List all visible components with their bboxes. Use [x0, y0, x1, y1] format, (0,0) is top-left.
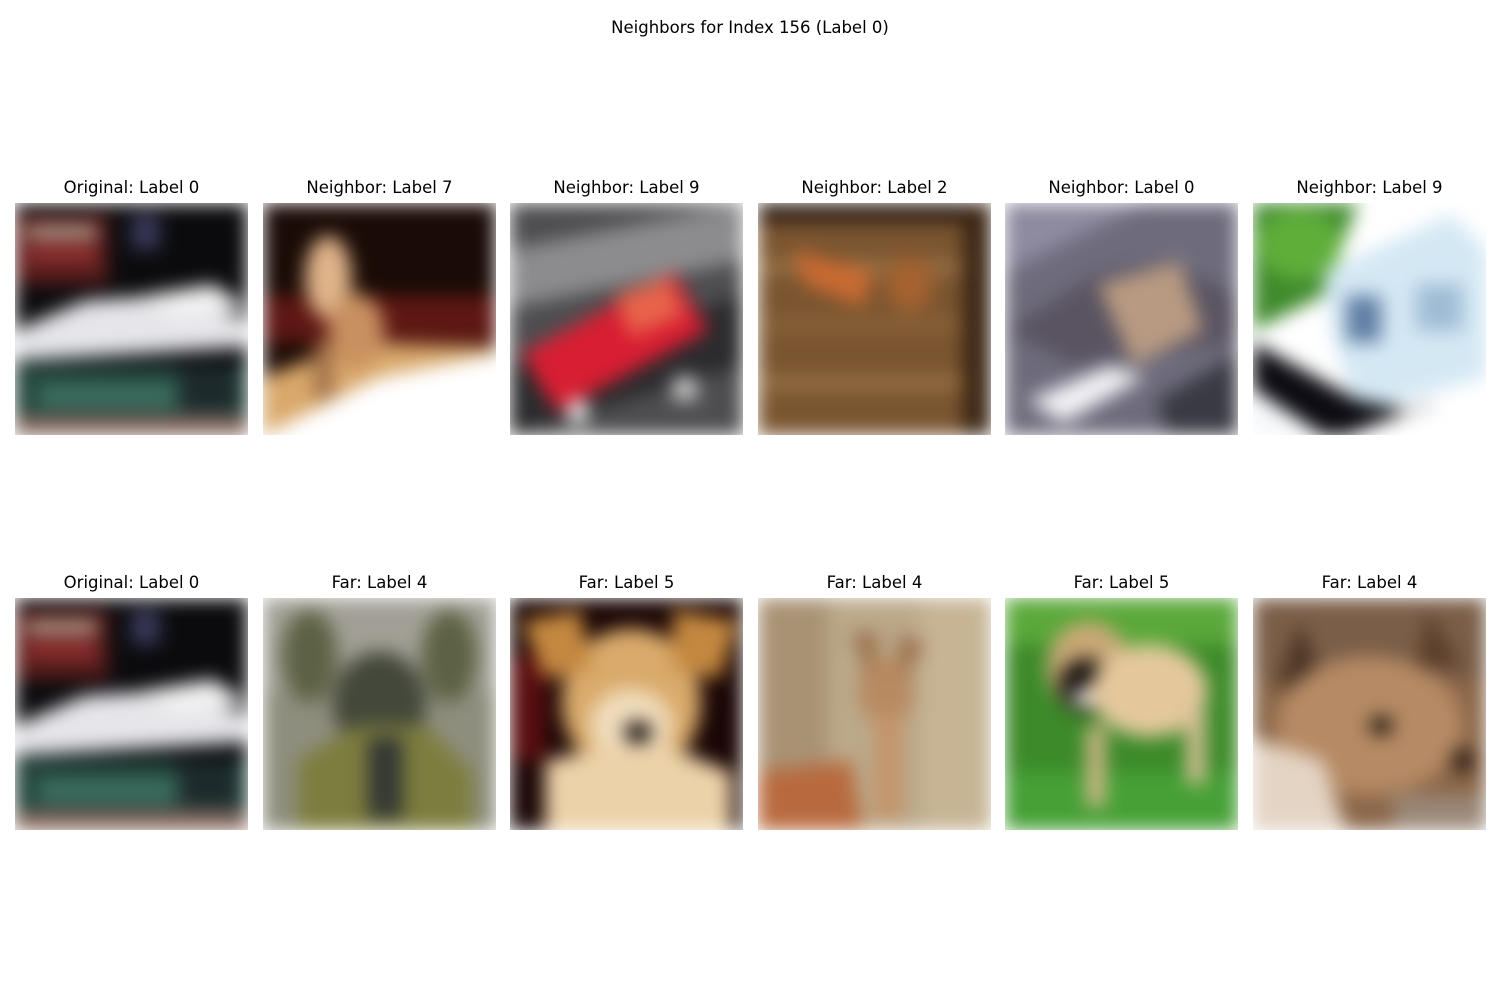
figure-title: Neighbors for Index 156 (Label 0)	[611, 18, 889, 37]
original-image	[15, 598, 248, 830]
neighbor-image	[263, 203, 496, 435]
neighbor-image	[1253, 203, 1486, 435]
far-image	[758, 598, 991, 830]
original-image	[15, 203, 248, 435]
far-image	[1005, 598, 1238, 830]
far-image	[1253, 598, 1486, 830]
panel-title: Far: Label 4	[1321, 573, 1418, 592]
neighbor-image	[1005, 203, 1238, 435]
neighbor-image	[510, 203, 743, 435]
panel-title: Neighbor: Label 9	[1296, 178, 1443, 197]
far-image	[263, 598, 496, 830]
neighbor-image	[758, 203, 991, 435]
far-image	[510, 598, 743, 830]
